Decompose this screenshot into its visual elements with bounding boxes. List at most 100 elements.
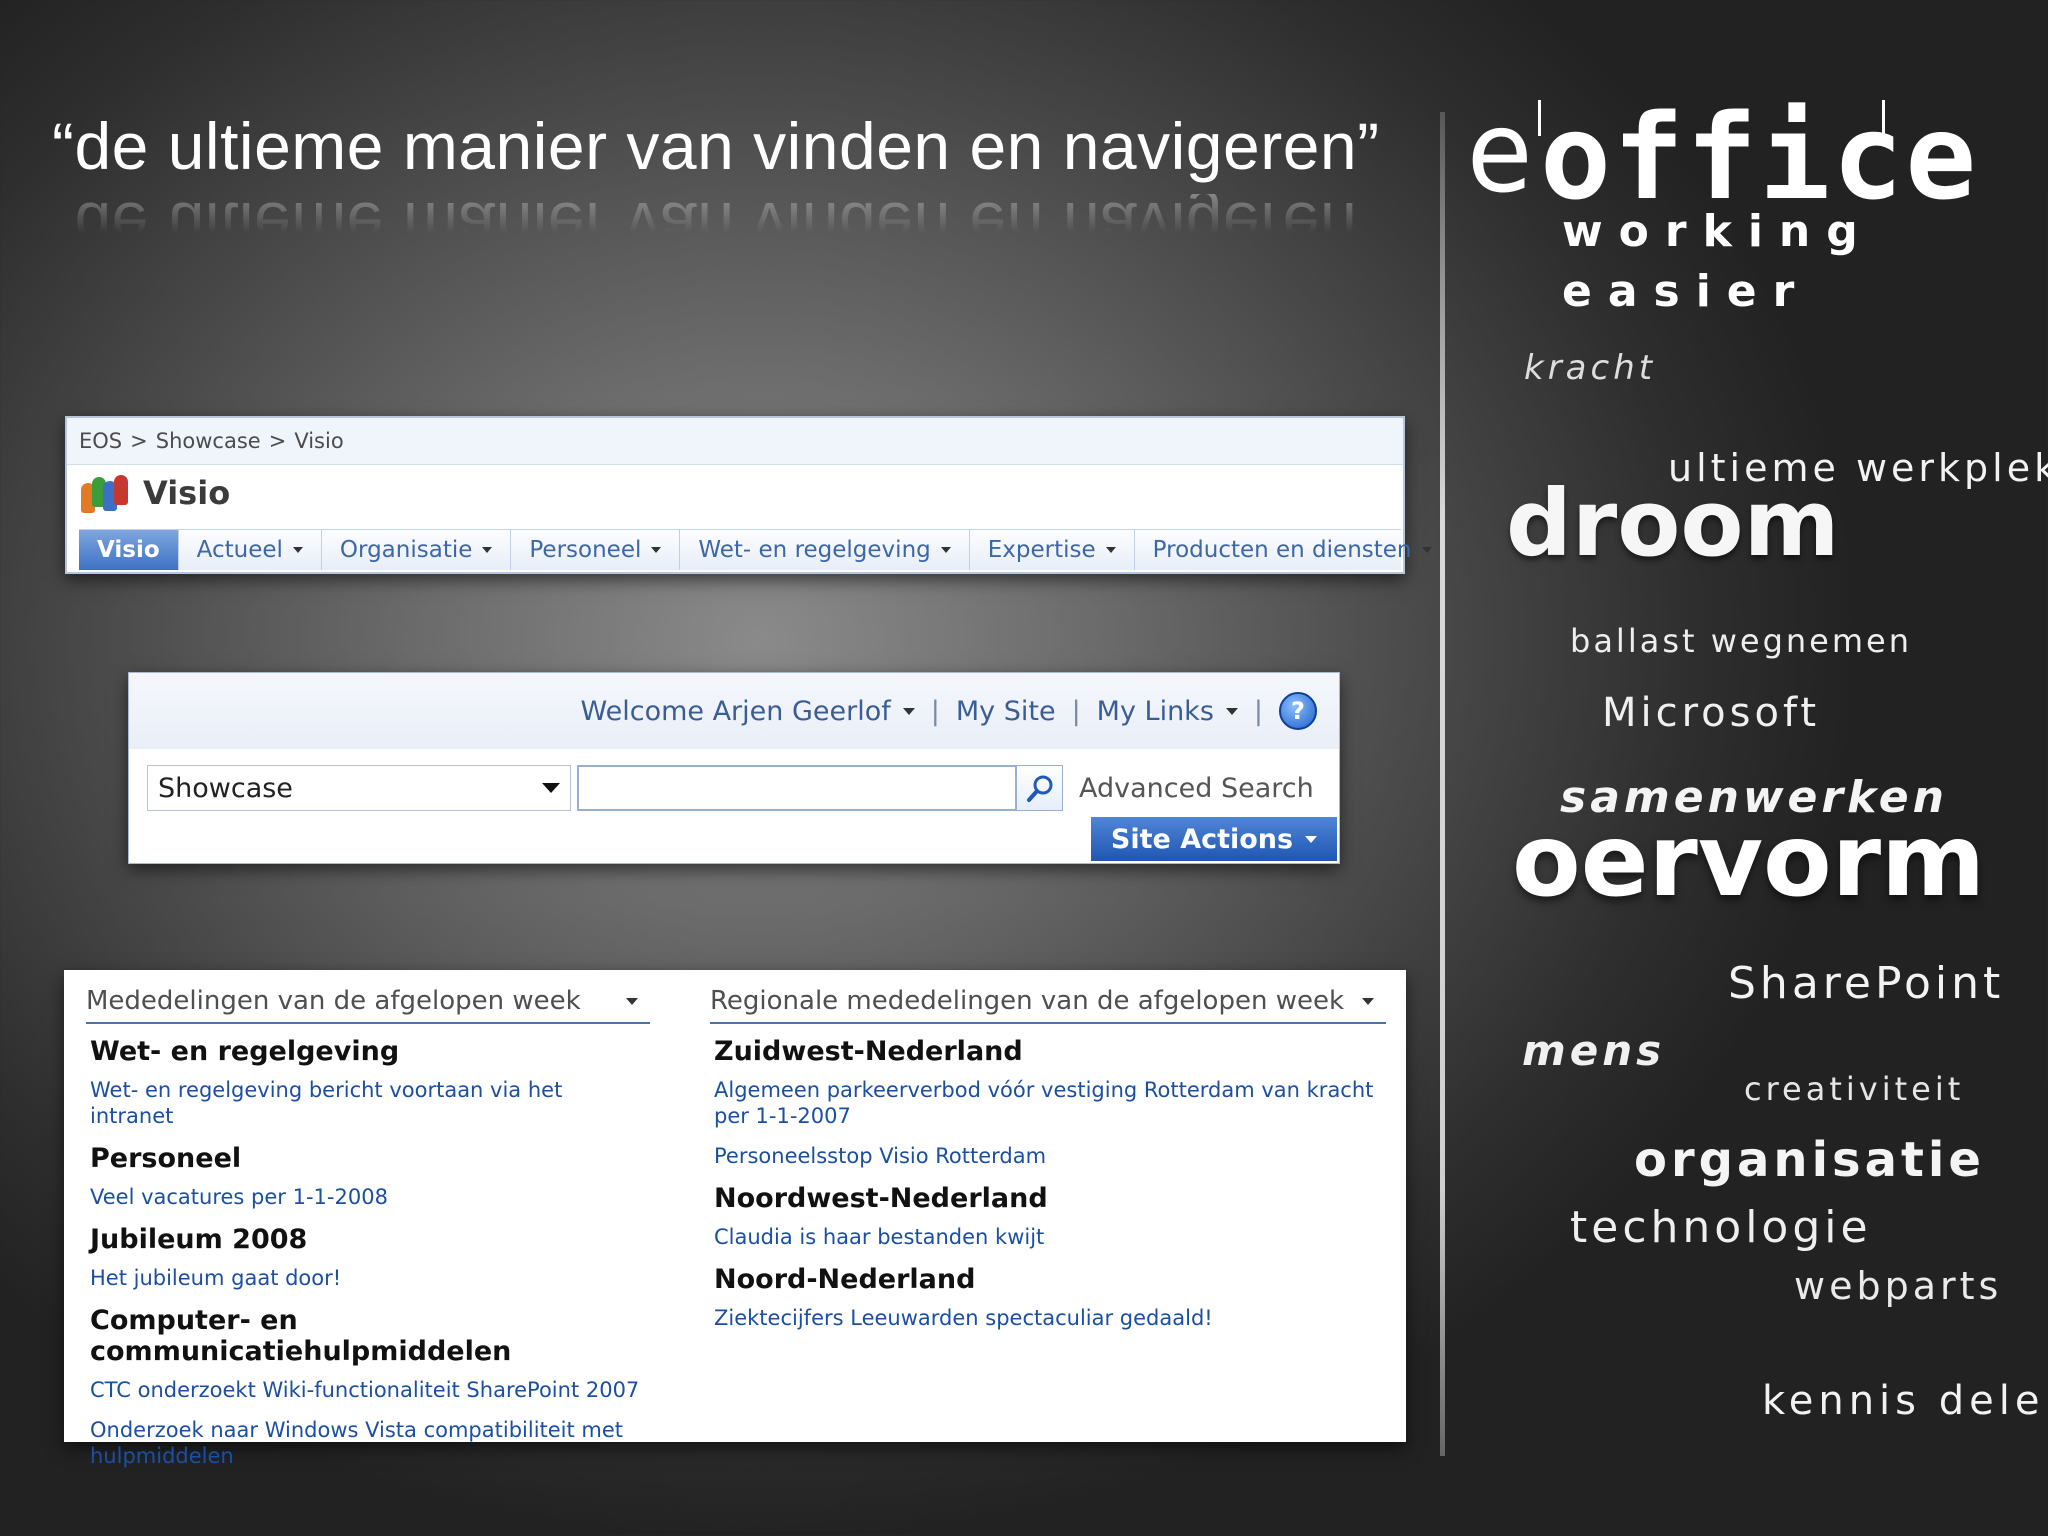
tab-label: Personeel: [529, 537, 642, 563]
webpart-title[interactable]: Mededelingen van de afgelopen week: [86, 986, 581, 1016]
chevron-down-icon[interactable]: [292, 547, 303, 553]
word-microsoft: Microsoft: [1602, 690, 1821, 736]
search-screenshot: Welcome Arjen Geerlof | My Site | My Lin…: [128, 672, 1340, 864]
site-title[interactable]: Visio: [143, 474, 230, 512]
breadcrumb-separator: >: [268, 429, 287, 453]
news-link[interactable]: Personeelsstop Visio Rotterdam: [714, 1143, 1386, 1169]
help-icon: ?: [1279, 692, 1317, 730]
webpart-header: Mededelingen van de afgelopen week: [86, 986, 650, 1024]
tab-label: Producten en diensten: [1152, 537, 1412, 563]
tab-label: Organisatie: [339, 537, 473, 563]
word-webparts: webparts: [1794, 1264, 2003, 1308]
navigation-screenshot: EOS > Showcase > Visio Visio Visio Actue…: [65, 416, 1432, 574]
word-oervorm: oervorm: [1512, 802, 1986, 919]
word-sharepoint: SharePoint: [1728, 958, 2005, 1009]
news-category: Wet- en regelgeving: [90, 1036, 400, 1067]
separator: |: [930, 695, 940, 727]
advanced-search-link[interactable]: Advanced Search: [1079, 773, 1314, 804]
news-link[interactable]: CTC onderzoekt Wiki-functionaliteit Shar…: [90, 1377, 650, 1403]
tab-personeel[interactable]: Personeel: [511, 530, 681, 570]
news-link[interactable]: Onderzoek naar Windows Vista compatibili…: [90, 1417, 650, 1469]
separator: |: [1071, 695, 1081, 727]
news-link[interactable]: Veel vacatures per 1-1-2008: [90, 1184, 650, 1210]
brand-tick: [1882, 100, 1885, 136]
word-droom: droom: [1506, 470, 1840, 577]
site-actions-label: Site Actions: [1110, 823, 1294, 855]
slide-title-reflection: “de ultieme manier van vinden en naviger…: [52, 194, 1380, 263]
people-logo-icon: [81, 473, 129, 513]
word-ballast-wegnemen: ballast wegnemen: [1570, 622, 1912, 660]
tab-visio[interactable]: Visio: [79, 530, 179, 570]
webpart-title[interactable]: Regionale mededelingen van de afgelopen …: [710, 986, 1344, 1016]
search-row: Showcase Advanced Search: [147, 765, 1314, 811]
tab-label: Visio: [97, 537, 160, 563]
top-navigation: Visio Actueel Organisatie Personeel Wet-…: [79, 529, 1432, 570]
tab-expertise[interactable]: Expertise: [970, 530, 1135, 570]
webpart-header: Regionale mededelingen van de afgelopen …: [710, 986, 1386, 1024]
site-title-row: Visio: [67, 465, 1403, 521]
tab-label: Expertise: [987, 537, 1096, 563]
tab-label: Actueel: [196, 537, 283, 563]
my-site-link[interactable]: My Site: [940, 696, 1072, 727]
search-scope-value: Showcase: [158, 772, 293, 804]
slide-title: “de ultieme manier van vinden en naviger…: [52, 109, 1380, 183]
vertical-divider: [1440, 112, 1445, 1456]
tab-producten-en-diensten[interactable]: Producten en diensten: [1135, 530, 1450, 570]
site-actions-button[interactable]: Site Actions: [1091, 817, 1337, 861]
brand-tagline-working: working: [1562, 206, 1874, 257]
news-category: Zuidwest-Nederland: [714, 1036, 1023, 1067]
search-button[interactable]: [1017, 765, 1063, 811]
breadcrumb: EOS > Showcase > Visio: [67, 418, 1403, 465]
news-link[interactable]: Het jubileum gaat door!: [90, 1265, 650, 1291]
tab-actueel[interactable]: Actueel: [179, 530, 322, 570]
chevron-down-icon[interactable]: [651, 547, 662, 553]
chevron-down-icon[interactable]: [1105, 547, 1116, 553]
news-category: Noordwest-Nederland: [714, 1183, 1048, 1214]
news-webpart-right: Regionale mededelingen van de afgelopen …: [710, 986, 1386, 1345]
my-links-label: My Links: [1096, 695, 1214, 727]
breadcrumb-link-showcase[interactable]: Showcase: [156, 429, 261, 453]
welcome-menu[interactable]: Welcome Arjen Geerlof: [565, 696, 931, 727]
search-scope-select[interactable]: Showcase: [147, 765, 571, 811]
news-category: Personeel: [90, 1143, 242, 1174]
news-category: Computer- en communicatiehulpmiddelen: [90, 1305, 512, 1367]
tab-organisatie[interactable]: Organisatie: [322, 530, 512, 570]
my-site-label: My Site: [955, 695, 1056, 727]
chevron-down-icon[interactable]: [1421, 547, 1432, 553]
news-link[interactable]: Wet- en regelgeving bericht voortaan via…: [90, 1077, 650, 1129]
welcome-label: Welcome Arjen Geerlof: [580, 695, 891, 727]
chevron-down-icon[interactable]: [626, 997, 638, 1005]
news-link[interactable]: Algemeen parkeerverbod vóór vestiging Ro…: [714, 1077, 1386, 1129]
separator: |: [1253, 695, 1263, 727]
news-link[interactable]: Claudia is haar bestanden kwijt: [714, 1224, 1386, 1250]
word-creativiteit: creativiteit: [1744, 1070, 1965, 1108]
word-organisatie: organisatie: [1634, 1132, 1985, 1188]
news-screenshot: Mededelingen van de afgelopen week Wet- …: [64, 970, 1406, 1468]
word-technologie: technologie: [1570, 1202, 1872, 1253]
search-icon: [1026, 775, 1052, 802]
breadcrumb-link-eos[interactable]: EOS: [79, 429, 122, 453]
word-kennis-delen: kennis delen: [1762, 1378, 2048, 1424]
word-mens: mens: [1522, 1026, 1666, 1075]
brand-logo-e: e: [1466, 88, 1534, 218]
news-category: Noord-Nederland: [714, 1264, 976, 1295]
chevron-down-icon[interactable]: [482, 547, 493, 553]
my-links-menu[interactable]: My Links: [1081, 696, 1254, 727]
chevron-down-icon: [542, 783, 560, 793]
news-webpart-left: Mededelingen van de afgelopen week Wet- …: [86, 986, 650, 1483]
news-category: Jubileum 2008: [90, 1224, 308, 1255]
chevron-down-icon: [902, 707, 915, 715]
breadcrumb-current: Visio: [294, 429, 344, 453]
chevron-down-icon[interactable]: [1362, 997, 1374, 1005]
chevron-down-icon: [1225, 707, 1238, 715]
chevron-down-icon: [1305, 835, 1318, 843]
breadcrumb-separator: >: [130, 429, 148, 453]
chevron-down-icon[interactable]: [940, 547, 951, 553]
help-button[interactable]: ?: [1263, 692, 1333, 730]
tab-label: Wet- en regelgeving: [698, 537, 931, 563]
brand-tagline-easier: easier: [1562, 266, 1811, 317]
search-input[interactable]: [577, 765, 1017, 811]
tab-wet-en-regelgeving[interactable]: Wet- en regelgeving: [680, 530, 970, 570]
news-link[interactable]: Ziektecijfers Leeuwarden spectaculiar ge…: [714, 1305, 1386, 1331]
welcome-bar: Welcome Arjen Geerlof | My Site | My Lin…: [129, 673, 1339, 749]
